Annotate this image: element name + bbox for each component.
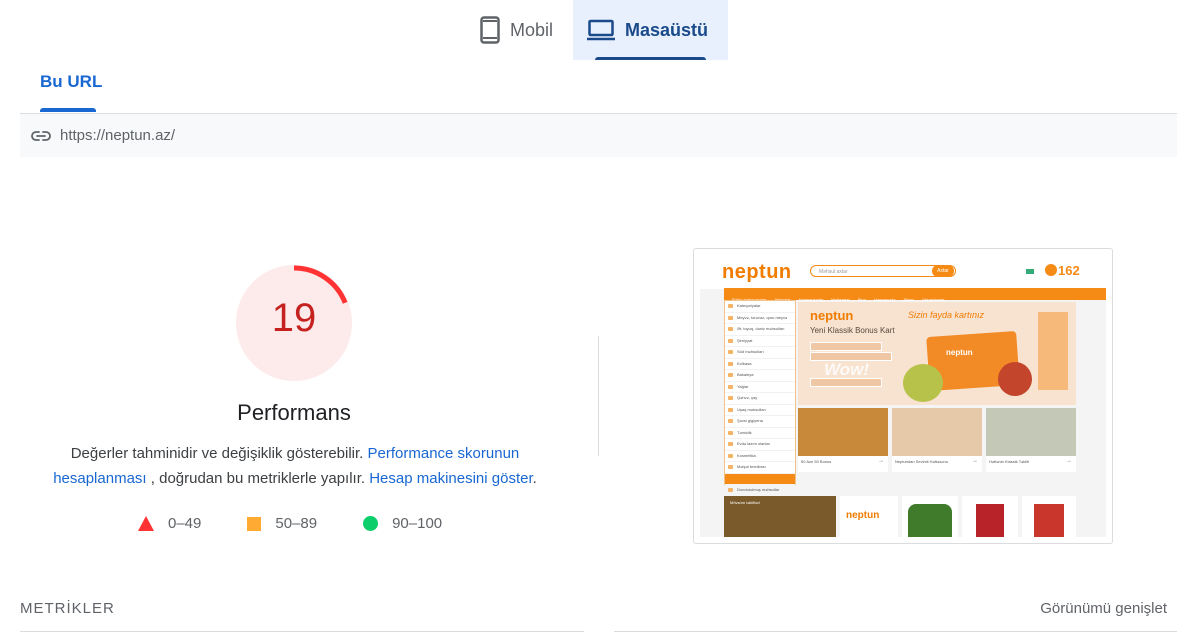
tab-mobile-label: Mobil [510, 19, 554, 40]
performance-title: Performans [237, 400, 351, 425]
divider [614, 631, 1177, 632]
thumb-sidebar: Kateqoriyalar Meyvə, tərəvəz, quru meyvə Ə… [724, 300, 796, 497]
tab-this-url-indicator [40, 108, 96, 112]
thumb-sidebar-item: Kosmetika [725, 451, 795, 462]
thumb-sidebar-item: Şirniyyat [725, 336, 795, 347]
legend-average-range: 50–89 [275, 515, 318, 532]
legend-pass: 90–100 [363, 515, 442, 532]
banner-card-logo: neptun [946, 348, 973, 357]
product-tile [962, 496, 1018, 537]
pass-circle-icon [363, 516, 379, 531]
score-legend: 0–49 50–89 90–100 [138, 515, 442, 532]
thumb-hotline: 162 [1058, 263, 1080, 278]
product-tile [902, 496, 958, 537]
link-show-calculator[interactable]: Hesap makinesini göster [369, 470, 532, 487]
tab-desktop[interactable]: Masaüstü [573, 0, 729, 60]
banner-title: Yeni Klassik Bonus Kart [810, 326, 895, 335]
banner-shape [1038, 312, 1068, 390]
thumb-sidebar-item: Süd məhsulları [725, 347, 795, 359]
link-icon [31, 130, 51, 142]
legend-pass-range: 90–100 [392, 515, 443, 532]
thumb-products: Mövsüm təklifləri neptun [724, 496, 1076, 537]
thumb-header: neptun Məhsul axtar Axtar 162 [700, 255, 1106, 289]
thumb-sidebar-item: Yağlar [725, 382, 795, 393]
device-tabs: Mobil Masaüstü [466, 0, 729, 60]
thumb-promo-cards: 50 Azn 50 Bonus → Neptundan Sevimli Həft… [798, 408, 1076, 472]
banner-fruit [998, 362, 1032, 396]
average-square-icon [247, 516, 262, 531]
fail-triangle-icon [138, 516, 154, 531]
url-text: https://neptun.az/ [60, 127, 176, 144]
banner-logo: neptun [810, 308, 854, 323]
arrow-right-icon: → [972, 458, 978, 464]
performance-score: 19 [271, 296, 317, 340]
promo-card: Həftənin Klassik Təklifi → [986, 408, 1076, 472]
expand-view-link[interactable]: Görünümü genişlet [1040, 600, 1167, 617]
thumb-search-button: Axtar [932, 265, 954, 277]
thumb-sidebar-item: Təmizlik [725, 428, 795, 439]
thumb-sidebar-item: Məişət texnikası [725, 462, 795, 474]
arrow-right-icon: → [878, 458, 884, 464]
metrics-heading: METRİKLER [20, 600, 115, 617]
thumb-sidebar-item: Qəhvə, çay [725, 393, 795, 405]
banner-script: Sizin fayda kartınız [908, 310, 985, 320]
banner-line [810, 342, 882, 351]
arrow-right-icon: → [1066, 458, 1072, 464]
thumb-nav: Bütün kateqoriyalarAksiyalarKampaniyalar… [724, 288, 1106, 302]
legend-fail: 0–49 [138, 515, 201, 532]
smartphone-icon [480, 16, 500, 44]
page-screenshot-thumbnail: neptun Məhsul axtar Axtar 162 Bütün kate… [693, 248, 1113, 544]
tab-desktop-label: Masaüstü [625, 19, 709, 40]
thumb-sidebar-item: Kolbasa [725, 359, 795, 370]
thumb-sidebar-item: Bakaleya [725, 370, 795, 382]
thumb-sidebar-item: Evdə lazım olanlar [725, 439, 795, 451]
product-tile: neptun [840, 496, 898, 537]
tab-mobile[interactable]: Mobil [466, 0, 573, 60]
banner-fruit [903, 364, 943, 402]
divider [20, 631, 584, 632]
url-bar: https://neptun.az/ [20, 113, 1177, 157]
thumb-sidebar-item: Uşaq məhsulları [725, 405, 795, 416]
banner-wow: Wow! [824, 360, 870, 379]
desc-text-1: Değerler tahminidir ve değişiklik göster… [70, 445, 364, 462]
thumb-sidebar-item: Dondurulmuş məhsullar [725, 485, 795, 497]
thumb-sidebar-item: Ət, toyuq, dəniz məhsulları [725, 324, 795, 336]
thumbnail-content: neptun Məhsul axtar Axtar 162 Bütün kate… [700, 255, 1106, 537]
desc-text-2: , doğrudan bu metriklerle yapılır. [150, 470, 366, 487]
promo-card: 50 Azn 50 Bonus → [798, 408, 888, 472]
promo-card: Neptundan Sevimli Həftəsonu → [892, 408, 982, 472]
thumb-sidebar-item: Meyvə, tərəvəz, quru meyvə [725, 313, 795, 324]
thumb-banner: neptun Sizin fayda kartınız Yeni Klassik… [798, 302, 1076, 405]
phone-icon [1045, 264, 1057, 276]
vertical-divider [598, 336, 599, 456]
product-tile [1022, 496, 1076, 537]
performance-description: Değerler tahminidir ve değişiklik göster… [53, 445, 537, 487]
thumb-logo: neptun [722, 261, 792, 283]
tab-this-url[interactable]: Bu URL [40, 72, 102, 92]
thumb-sidebar-item: Şəxsi gigiyena [725, 416, 795, 428]
legend-fail-range: 0–49 [168, 515, 202, 532]
thumb-sidebar-item: Kateqoriyalar [725, 301, 795, 313]
laptop-icon [587, 19, 616, 41]
product-tile: Mövsüm təklifləri [724, 496, 836, 537]
thumb-sidebar-footer [725, 474, 795, 484]
flag-icon [1026, 269, 1034, 274]
legend-average: 50–89 [247, 515, 317, 532]
